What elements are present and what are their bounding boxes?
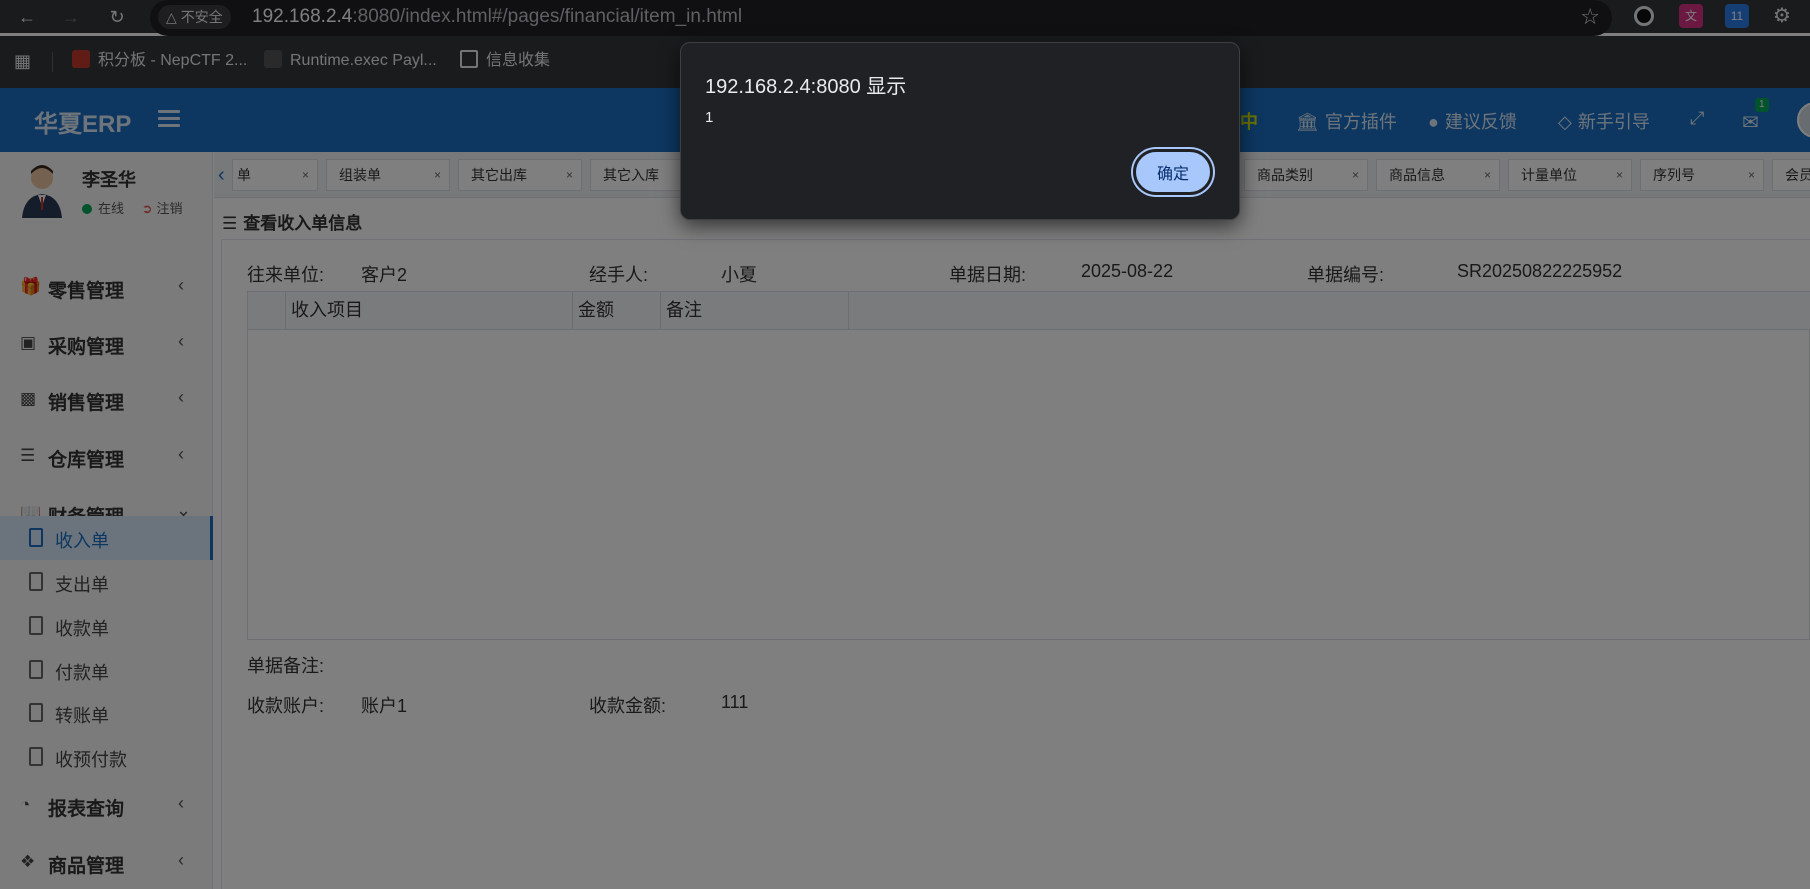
dialog-title: 192.168.2.4:8080 显示 (705, 76, 907, 98)
alert-dialog: 192.168.2.4:8080 显示 1 确定 (680, 42, 1240, 220)
ok-button[interactable]: 确定 (1133, 149, 1213, 195)
dialog-message: 1 (705, 109, 714, 126)
